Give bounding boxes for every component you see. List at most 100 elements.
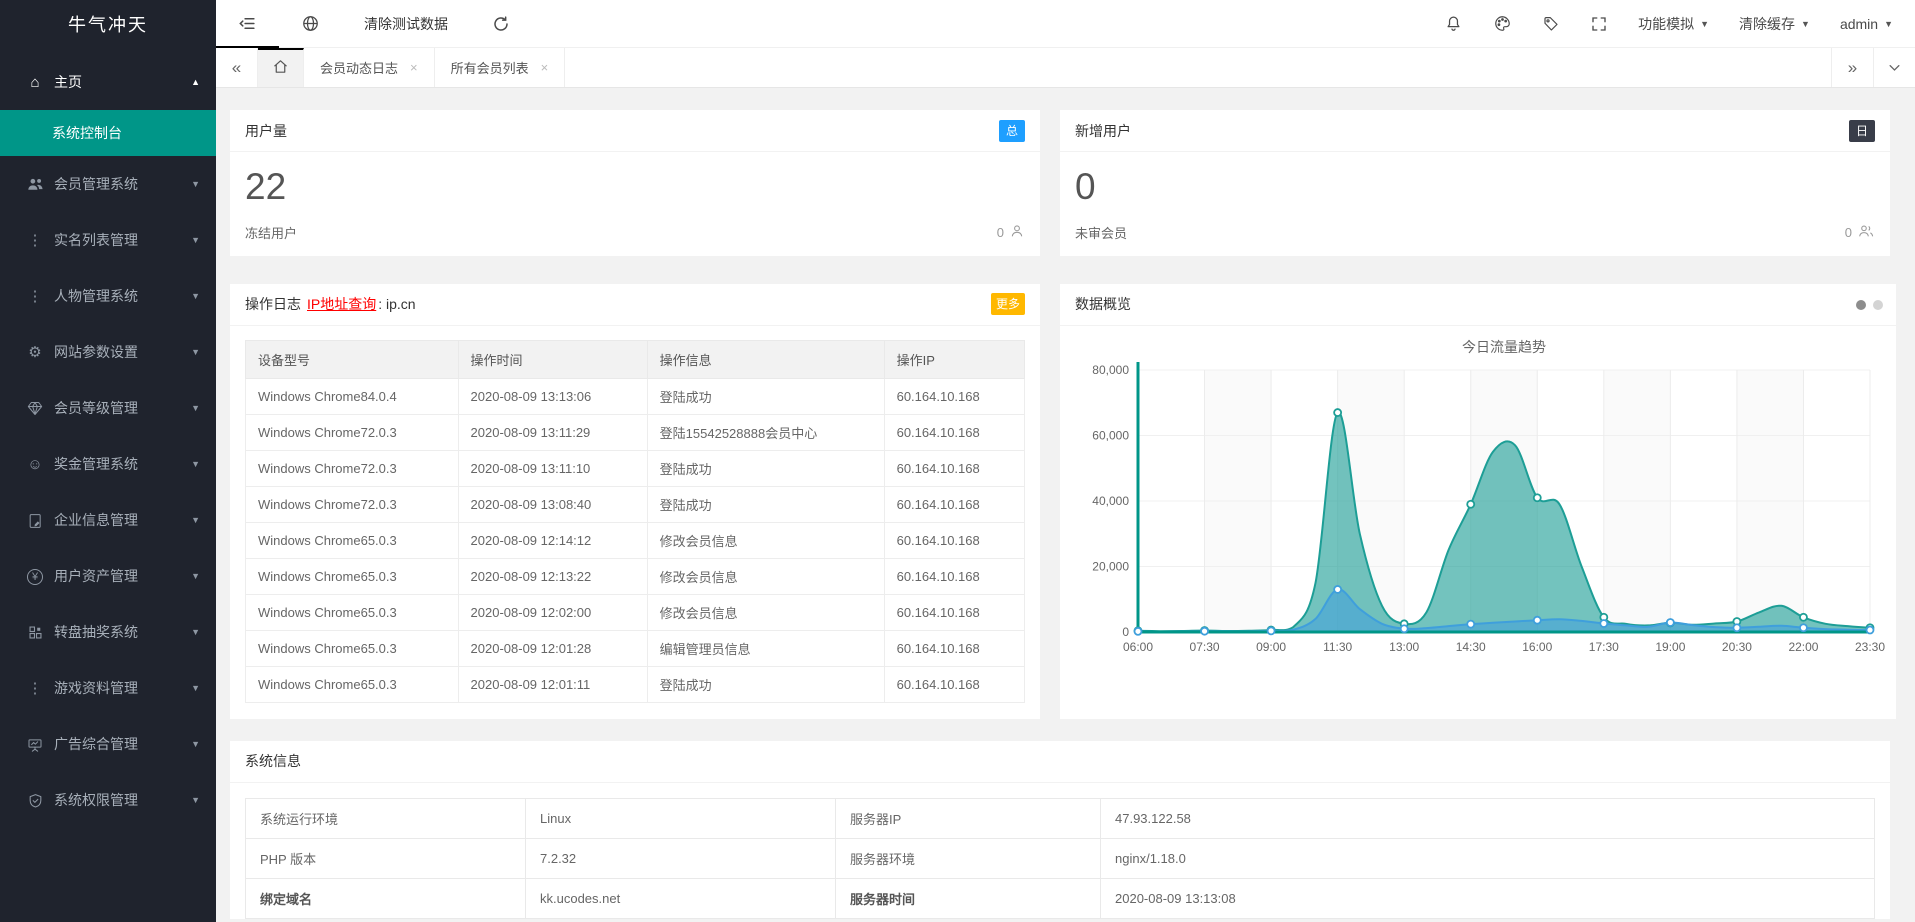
log-table-cell: 2020-08-09 12:01:11	[458, 666, 647, 702]
system-info-value: 2020-08-09 13:13:08	[1101, 878, 1875, 918]
tab-close-icon[interactable]: ×	[541, 60, 549, 75]
log-table-cell: Windows Chrome72.0.3	[246, 414, 459, 450]
sidebar-item-1[interactable]: 会员管理系统▼	[0, 156, 216, 212]
clear-test-data-label: 清除测试数据	[364, 14, 448, 34]
carousel-dot-active[interactable]	[1856, 300, 1866, 310]
tabs-menu-button[interactable]	[1873, 48, 1915, 87]
system-info-value: nginx/1.18.0	[1101, 838, 1875, 878]
system-info-value: Linux	[526, 798, 836, 838]
tab-1[interactable]: 所有会员列表×	[435, 48, 566, 87]
log-table-cell: 2020-08-09 13:11:29	[458, 414, 647, 450]
tabs-scroll-right-button[interactable]: »	[1831, 48, 1873, 87]
log-column-header: 设备型号	[246, 340, 459, 378]
ip-lookup-link[interactable]: IP地址查询	[307, 294, 376, 314]
sidebar: 牛气冲天 ⌂主页▲系统控制台会员管理系统▼⋮实名列表管理▼⋮人物管理系统▼⚙网站…	[0, 0, 216, 922]
system-info-value: 47.93.122.58	[1101, 798, 1875, 838]
shield-icon	[22, 791, 48, 808]
sidebar-item-3[interactable]: ⋮人物管理系统▼	[0, 268, 216, 324]
carousel-dot[interactable]	[1873, 300, 1883, 310]
log-table-row: Windows Chrome65.0.32020-08-09 12:01:28编…	[246, 630, 1025, 666]
data-overview-card: 数据概览 020,00040,00060,00080,00006:0007:30…	[1060, 284, 1896, 719]
log-column-header: 操作IP	[884, 340, 1024, 378]
system-info-row: PHP 版本7.2.32服务器环境nginx/1.18.0	[246, 838, 1875, 878]
tab-home[interactable]	[258, 48, 304, 87]
sidebar-item-5[interactable]: 会员等级管理▼	[0, 380, 216, 436]
operation-log-title: 操作日志	[245, 294, 301, 314]
dots-icon: ⋮	[22, 679, 48, 697]
log-table-cell: 登陆成功	[647, 450, 884, 486]
sidebar-item-label: 游戏资料管理	[54, 678, 138, 698]
function-simulate-dropdown[interactable]: 功能模拟 ▼	[1638, 14, 1709, 34]
sidebar-toggle-button[interactable]	[216, 0, 279, 48]
log-table-cell: 2020-08-09 12:14:12	[458, 522, 647, 558]
fullscreen-icon[interactable]	[1590, 15, 1608, 33]
log-table-cell: 60.164.10.168	[884, 558, 1024, 594]
tab-controls: »	[1831, 48, 1915, 87]
refresh-icon	[492, 15, 510, 33]
chevron-up-icon: ▲	[191, 77, 200, 87]
new-users-card: 新增用户 日 0 未审会员 0	[1060, 110, 1890, 256]
svg-text:今日流量趋势: 今日流量趋势	[1462, 339, 1546, 355]
sidebar-item-10[interactable]: ⋮游戏资料管理▼	[0, 660, 216, 716]
sidebar-item-6[interactable]: ☺奖金管理系统▼	[0, 436, 216, 492]
sidebar-item-8[interactable]: ¥用户资产管理▼	[0, 548, 216, 604]
notifications-bell-icon[interactable]	[1444, 14, 1463, 33]
operation-log-table: 设备型号操作时间操作信息操作IP Windows Chrome84.0.4202…	[245, 340, 1025, 703]
tabs-scroll-left-button[interactable]: «	[216, 48, 258, 87]
chevron-down-icon: ▼	[191, 235, 200, 245]
more-button[interactable]: 更多	[991, 293, 1025, 315]
sidebar-item-12[interactable]: 系统权限管理▼	[0, 772, 216, 828]
svg-text:13:00: 13:00	[1389, 640, 1419, 654]
log-table-cell: 60.164.10.168	[884, 630, 1024, 666]
svg-text:80,000: 80,000	[1092, 363, 1129, 377]
tab-close-icon[interactable]: ×	[410, 60, 418, 75]
sidebar-item-0[interactable]: ⌂主页▲	[0, 54, 216, 110]
svg-text:06:00: 06:00	[1123, 640, 1153, 654]
users-icon	[22, 176, 48, 193]
chevron-down-icon: ▼	[1801, 19, 1810, 29]
person-icon	[1009, 223, 1025, 242]
admin-user-dropdown[interactable]: admin ▼	[1840, 16, 1893, 32]
user-count-value: 22	[245, 168, 1025, 207]
sidebar-item-11[interactable]: 广告综合管理▼	[0, 716, 216, 772]
tabbar: « 会员动态日志×所有会员列表× »	[216, 48, 1915, 88]
chevron-down-icon: ▼	[1884, 19, 1893, 29]
log-table-row: Windows Chrome84.0.42020-08-09 13:13:06登…	[246, 378, 1025, 414]
topbar: 清除测试数据	[216, 0, 1915, 48]
collapse-menu-icon	[238, 14, 257, 33]
chevron-down-icon: ▼	[191, 739, 200, 749]
tag-icon[interactable]	[1542, 15, 1560, 33]
system-info-table: 系统运行环境Linux服务器IP47.93.122.58PHP 版本7.2.32…	[245, 798, 1875, 919]
dots-icon: ⋮	[22, 231, 48, 249]
new-users-title: 新增用户	[1075, 121, 1131, 141]
refresh-button[interactable]	[470, 0, 532, 48]
carousel-indicator	[1856, 300, 1883, 310]
log-table-cell: 60.164.10.168	[884, 414, 1024, 450]
log-table-row: Windows Chrome72.0.32020-08-09 13:08:40登…	[246, 486, 1025, 522]
sidebar-item-9[interactable]: 转盘抽奖系统▼	[0, 604, 216, 660]
sidebar-item-label: 企业信息管理	[54, 510, 138, 530]
log-table-cell: 2020-08-09 13:11:10	[458, 450, 647, 486]
system-info-card: 系统信息 系统运行环境Linux服务器IP47.93.122.58PHP 版本7…	[230, 741, 1890, 919]
sidebar-item-4[interactable]: ⚙网站参数设置▼	[0, 324, 216, 380]
sidebar-subitem[interactable]: 系统控制台	[0, 110, 216, 156]
chevron-down-icon: ▼	[1700, 19, 1709, 29]
site-home-button[interactable]	[279, 0, 342, 48]
tab-0[interactable]: 会员动态日志×	[304, 48, 435, 87]
log-table-cell: Windows Chrome65.0.3	[246, 594, 459, 630]
clear-cache-dropdown[interactable]: 清除缓存 ▼	[1739, 14, 1810, 34]
sidebar-item-7[interactable]: 企业信息管理▼	[0, 492, 216, 548]
chevron-down-icon: ▼	[191, 627, 200, 637]
sidebar-item-2[interactable]: ⋮实名列表管理▼	[0, 212, 216, 268]
log-table-row: Windows Chrome72.0.32020-08-09 13:11:29登…	[246, 414, 1025, 450]
log-table-cell: 60.164.10.168	[884, 486, 1024, 522]
open-tabs: 会员动态日志×所有会员列表×	[304, 48, 565, 87]
log-table-cell: Windows Chrome84.0.4	[246, 378, 459, 414]
clear-test-data-button[interactable]: 清除测试数据	[342, 0, 470, 48]
day-badge: 日	[1849, 120, 1875, 142]
theme-palette-icon[interactable]	[1493, 14, 1512, 33]
chevron-down-icon: ▼	[191, 795, 200, 805]
home-icon	[272, 58, 289, 80]
log-table-cell: Windows Chrome65.0.3	[246, 666, 459, 702]
yen-icon: ¥	[22, 567, 48, 585]
